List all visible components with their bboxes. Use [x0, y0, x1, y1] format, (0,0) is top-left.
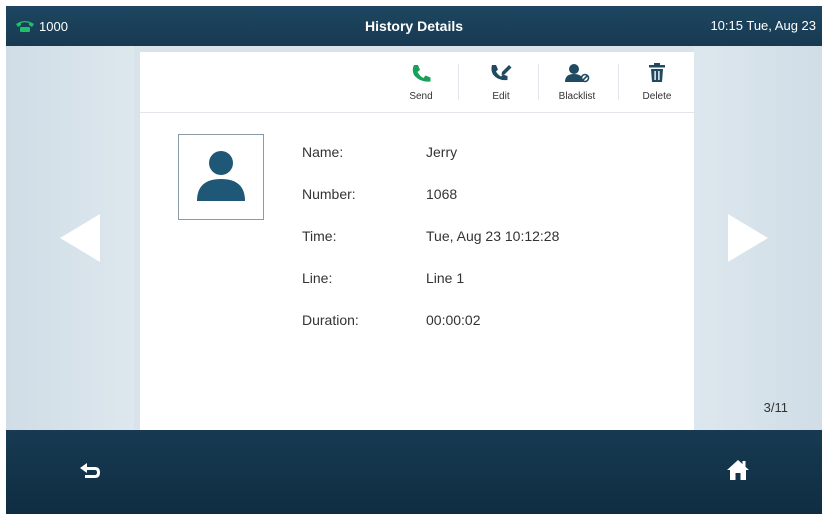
content-area: 3/11 Send Edit Blacklist Delete Name: Je…: [6, 46, 822, 430]
right-side-pane: 3/11: [694, 46, 822, 430]
back-icon: [78, 460, 102, 485]
datetime: 10:15 Tue, Aug 23: [710, 18, 816, 33]
home-icon: [726, 459, 750, 486]
page-title: History Details: [364, 18, 464, 34]
time-value: Tue, Aug 23 10:12:28: [426, 228, 560, 244]
toolbar-divider: [618, 64, 619, 100]
page-indicator: 3/11: [763, 400, 788, 415]
left-side-pane: [6, 46, 134, 430]
edit-label: Edit: [492, 90, 510, 102]
details-panel: Send Edit Blacklist Delete Name: Jerry N…: [140, 52, 694, 430]
edit-button[interactable]: Edit: [466, 56, 536, 108]
number-label: Number:: [302, 186, 356, 202]
arrow-right-icon: [726, 212, 770, 269]
blacklist-button[interactable]: Blacklist: [542, 56, 612, 108]
duration-label: Duration:: [302, 312, 359, 328]
time-label: Time:: [302, 228, 337, 244]
phone-icon: [410, 63, 432, 88]
duration-value: 00:00:02: [426, 312, 481, 328]
name-label: Name:: [302, 144, 344, 160]
next-record-button[interactable]: [716, 200, 780, 280]
status-bar: 1000 History Details 10:15 Tue, Aug 23: [6, 6, 822, 46]
line-account-number: 1000: [39, 18, 68, 34]
phone-screen: 1000 History Details 10:15 Tue, Aug 23 3…: [6, 6, 822, 514]
send-button[interactable]: Send: [386, 56, 456, 108]
contact-avatar: [178, 134, 264, 220]
phone-edit-icon: [489, 63, 513, 88]
user-silhouette-icon: [191, 145, 251, 210]
delete-button[interactable]: Delete: [622, 56, 692, 108]
trash-icon: [648, 62, 666, 88]
previous-record-button[interactable]: [48, 200, 112, 280]
user-block-icon: [564, 63, 590, 88]
softkey-bar: [6, 430, 822, 514]
toolbar-divider: [458, 64, 459, 100]
toolbar: Send Edit Blacklist Delete: [140, 52, 694, 113]
line-status: 1000: [14, 15, 68, 37]
phone-handset-icon: [14, 19, 36, 33]
blacklist-label: Blacklist: [558, 90, 596, 102]
arrow-left-icon: [58, 212, 102, 269]
home-button[interactable]: [718, 456, 758, 488]
number-value: 1068: [426, 186, 458, 202]
delete-label: Delete: [642, 90, 672, 102]
line-value: Line 1: [426, 270, 465, 286]
toolbar-divider: [538, 64, 539, 100]
send-label: Send: [409, 90, 433, 102]
back-button[interactable]: [70, 456, 110, 488]
line-label: Line:: [302, 270, 333, 286]
name-value: Jerry: [426, 144, 458, 160]
